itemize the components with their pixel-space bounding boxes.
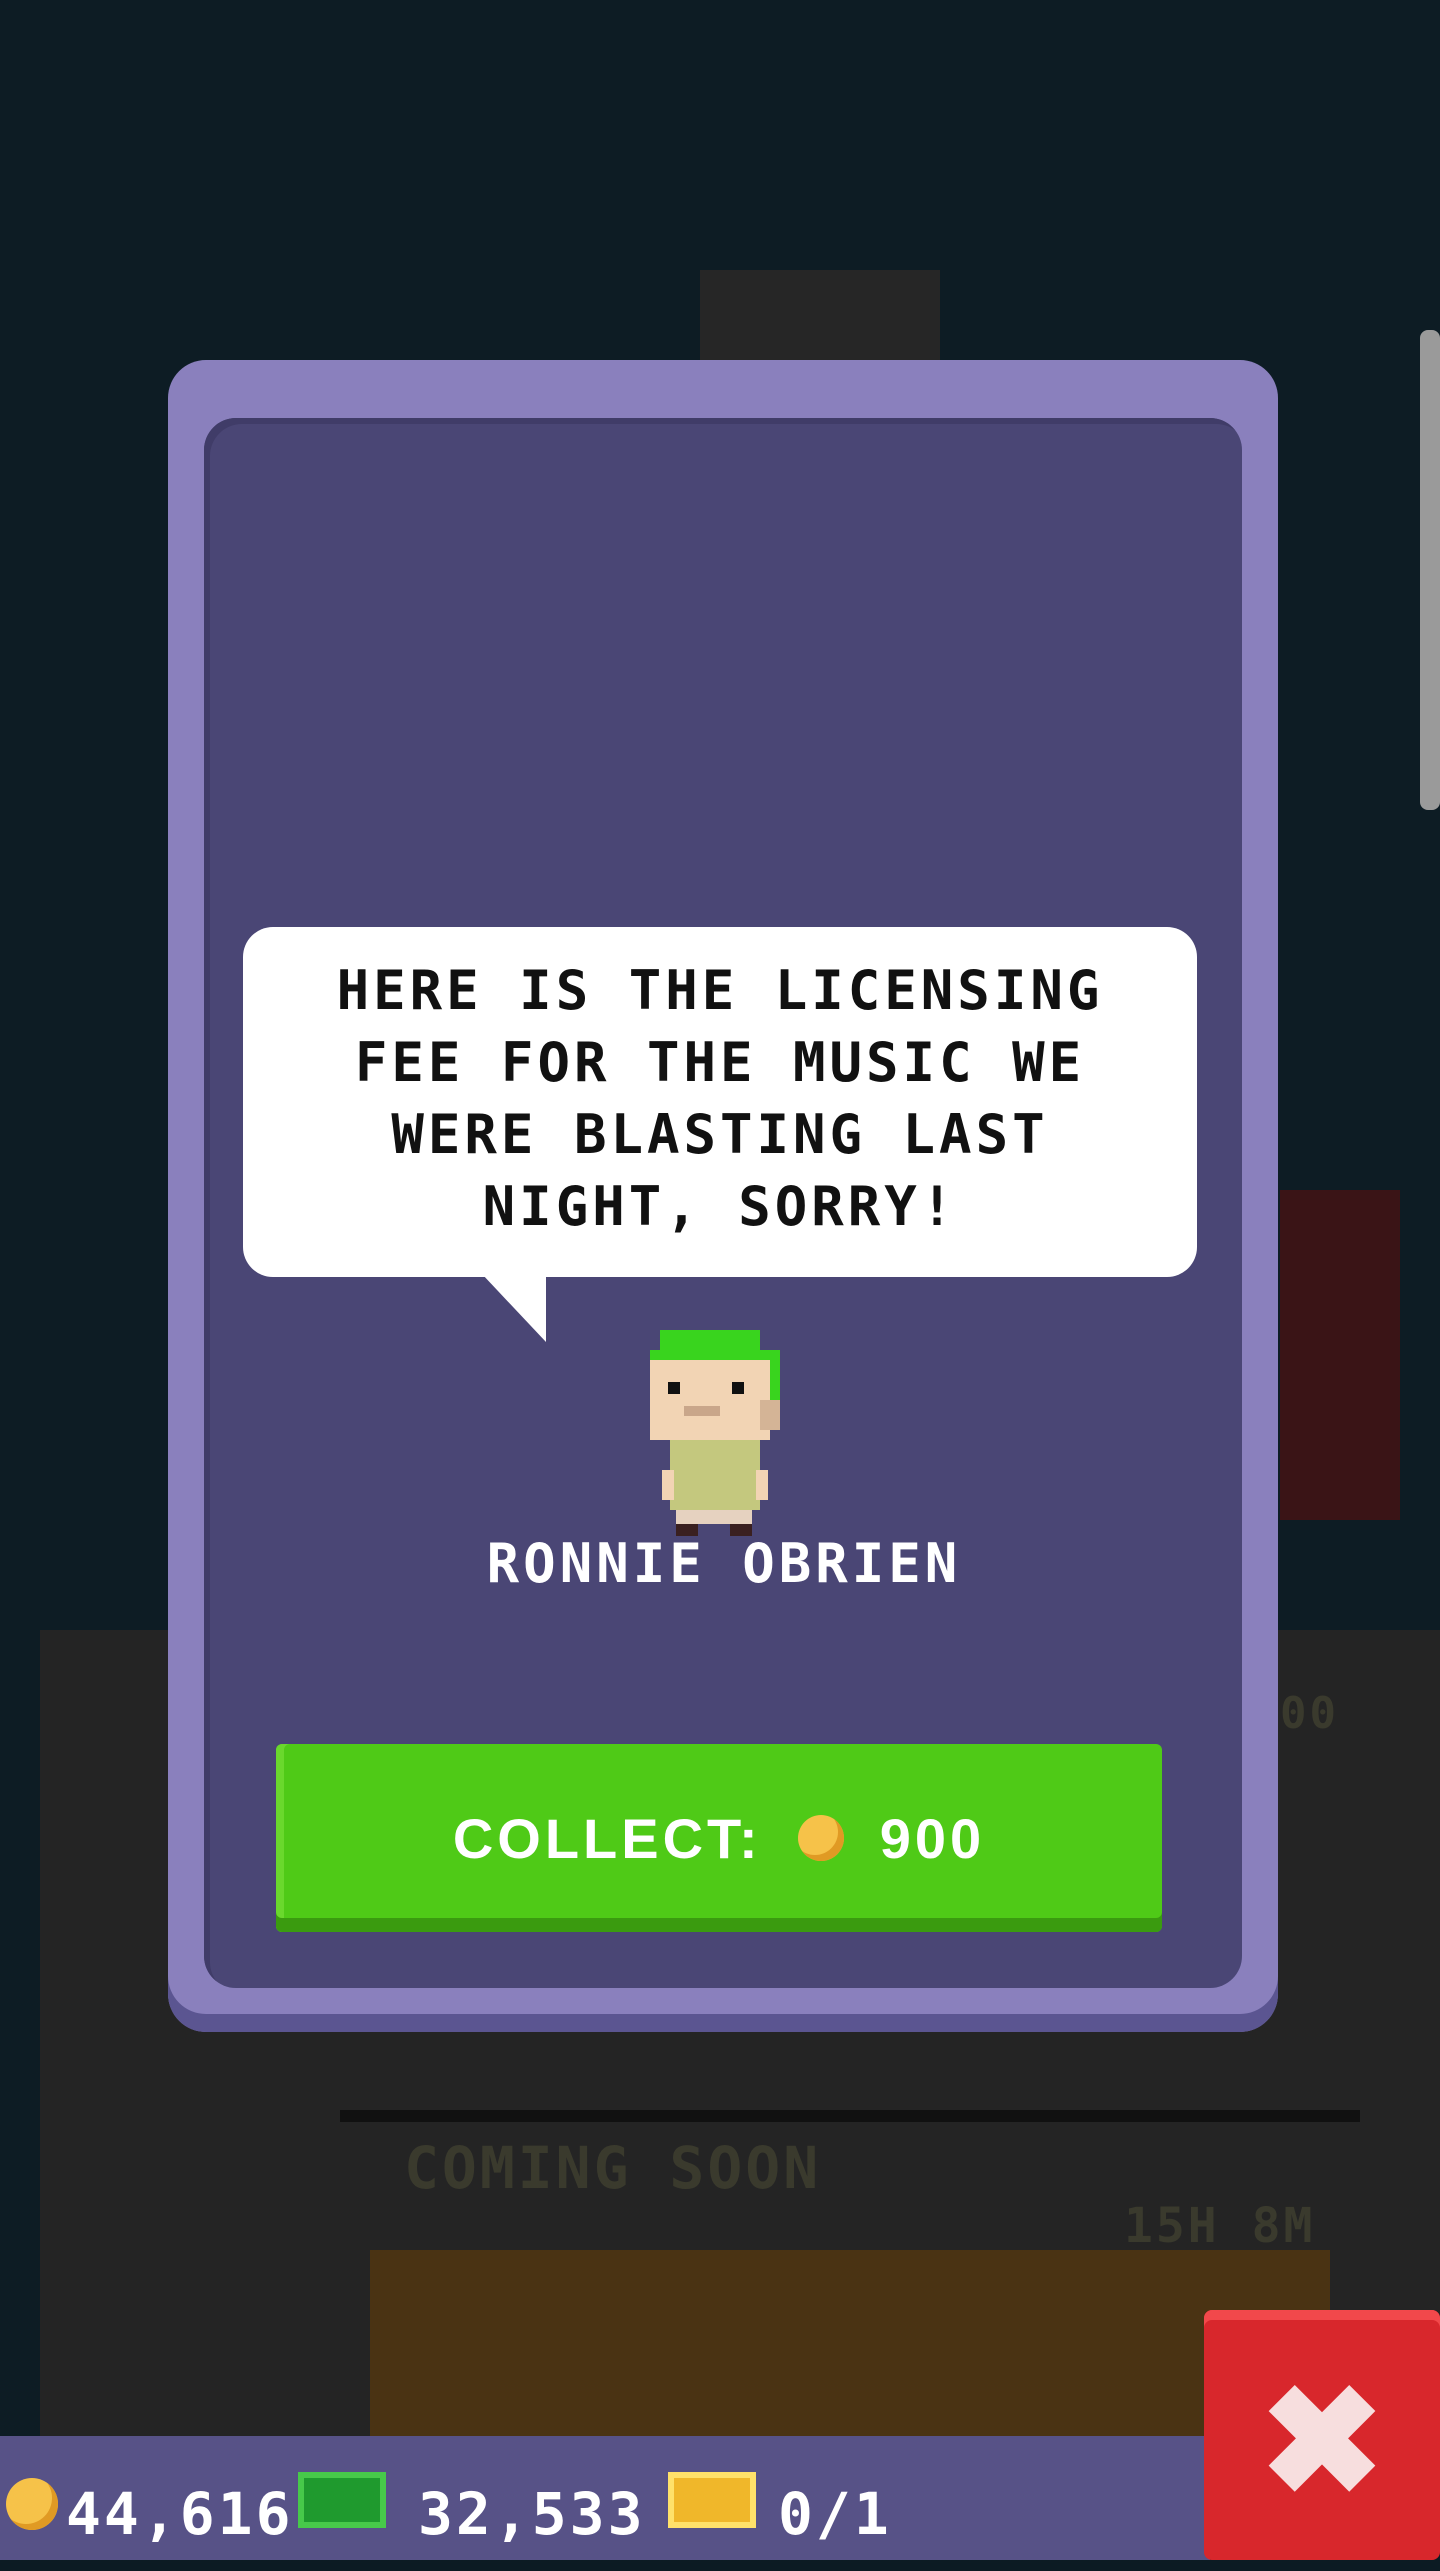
- collect-label: COLLECT:: [452, 1806, 762, 1870]
- coin-icon: [797, 1815, 844, 1861]
- collect-button[interactable]: COLLECT: 900: [276, 1744, 1162, 1932]
- roof-silhouette: [700, 270, 940, 370]
- close-button[interactable]: ✖: [1204, 2310, 1440, 2560]
- bux-icon: [298, 2472, 386, 2528]
- floor-dirt: [370, 2250, 1330, 2440]
- floor-divider: [340, 2110, 1360, 2122]
- character-name: RONNIE OBRIEN: [486, 1532, 962, 1595]
- bux-balance: 32,533: [418, 2480, 646, 2548]
- dialog-message: HERE IS THE LICENSING FEE FOR THE MUSIC …: [336, 959, 1104, 1238]
- collect-amount: 900: [879, 1806, 986, 1870]
- floor-amount-fragment: 00: [1280, 1688, 1339, 1739]
- side-scroll-handle[interactable]: [1420, 330, 1440, 810]
- close-icon: ✖: [1259, 2357, 1385, 2525]
- floor-timer: 15H 8M: [1124, 2198, 1316, 2254]
- coin-balance: 44,616: [66, 2480, 294, 2548]
- bitizen-avatar: [650, 1330, 780, 1536]
- speech-bubble-tail: [482, 1274, 546, 1342]
- vip-ticket-icon: [668, 2472, 756, 2528]
- floor-label: COMING SOON: [404, 2134, 822, 2202]
- red-building: [1280, 1190, 1400, 1520]
- ticket-count: 0/1: [778, 2480, 892, 2548]
- coin-icon: [6, 2478, 58, 2530]
